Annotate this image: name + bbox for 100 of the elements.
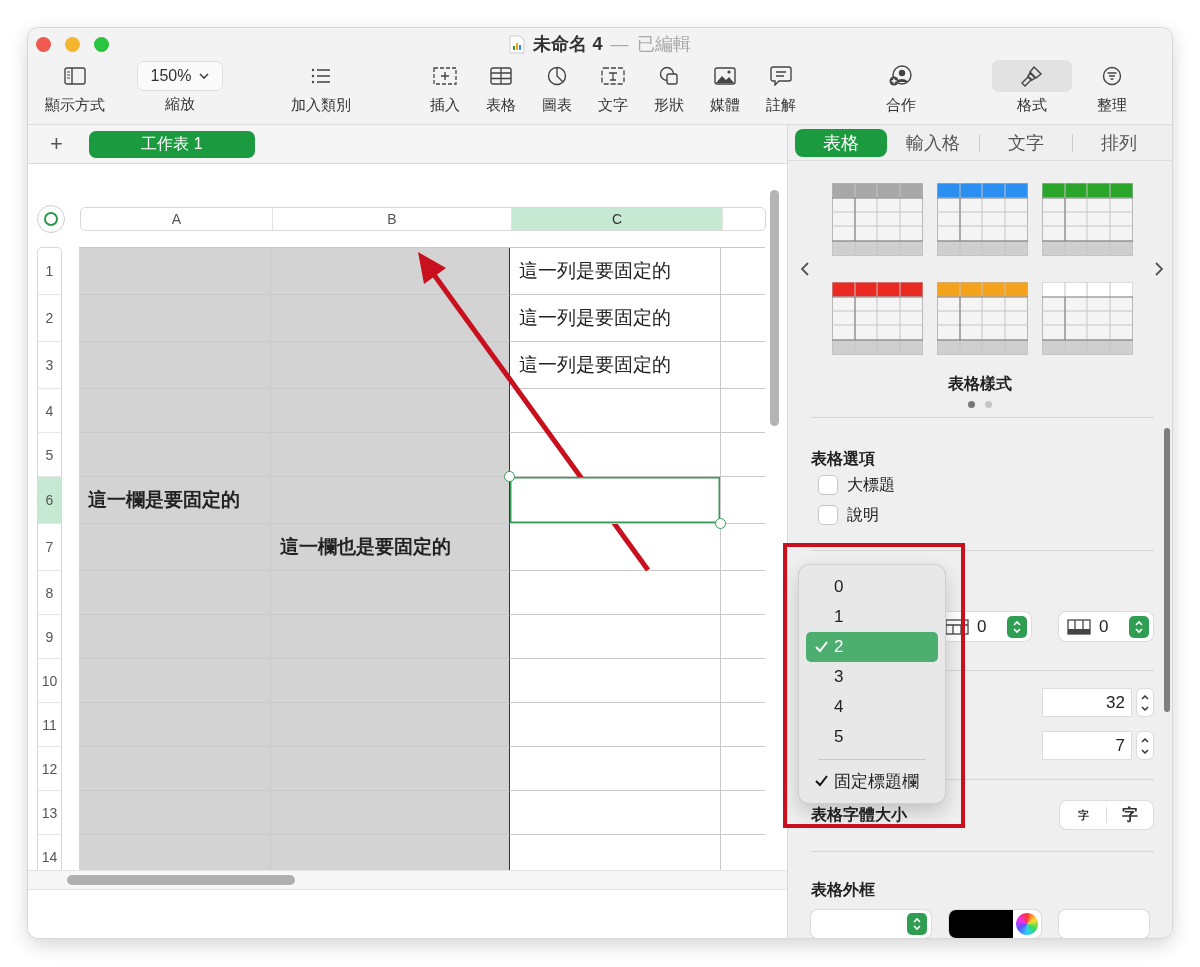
page-dot[interactable] bbox=[985, 401, 992, 408]
table-cell: 這一列是要固定的 bbox=[510, 295, 721, 342]
toolbar-button[interactable]: 圖表 bbox=[529, 60, 585, 115]
toolbar-button[interactable]: 媒體 bbox=[697, 60, 753, 115]
table-cell: 這一列是要固定的 bbox=[510, 248, 721, 295]
menu-item[interactable]: 3 bbox=[806, 662, 938, 692]
menu-item[interactable]: 固定標題欄 bbox=[806, 766, 938, 796]
table-icon bbox=[490, 67, 512, 85]
chevron-left-icon[interactable] bbox=[800, 261, 810, 277]
close-button[interactable] bbox=[36, 36, 51, 52]
menu-item[interactable]: 0 bbox=[806, 572, 938, 602]
column-header[interactable]: C bbox=[512, 208, 723, 230]
up-down-arrows-icon bbox=[1012, 618, 1022, 635]
inspector-tab[interactable]: 輸入格 bbox=[887, 128, 979, 157]
menu-item[interactable]: 1 bbox=[806, 602, 938, 632]
row-header[interactable]: 8 bbox=[38, 571, 61, 615]
count-stepper[interactable]: 0 bbox=[1059, 612, 1153, 641]
zoom-dropdown[interactable]: 150% bbox=[137, 61, 223, 91]
row-header[interactable]: 10 bbox=[38, 659, 61, 703]
row-header[interactable]: 4 bbox=[38, 389, 61, 433]
shapes-icon bbox=[659, 66, 679, 86]
table-style-thumbnail[interactable] bbox=[831, 183, 923, 256]
text-box-icon bbox=[601, 67, 625, 85]
row-header[interactable]: 3 bbox=[38, 342, 61, 389]
table-columns-icon bbox=[945, 618, 969, 635]
increase-font-button[interactable]: 字 bbox=[1107, 803, 1153, 827]
inspector-tab[interactable]: 排列 bbox=[1073, 128, 1165, 157]
selection-handle[interactable] bbox=[504, 471, 515, 482]
checkbox[interactable] bbox=[818, 505, 838, 525]
section-heading: 表格字體大小 bbox=[811, 804, 907, 825]
toolbar-button[interactable]: 整理 bbox=[1072, 60, 1152, 115]
add-person-icon bbox=[888, 65, 913, 87]
menu-item[interactable]: 5 bbox=[806, 722, 938, 752]
column-header[interactable]: A bbox=[81, 208, 273, 230]
up-down-arrows-icon bbox=[912, 916, 922, 932]
scrollbar-thumb[interactable] bbox=[770, 190, 779, 426]
table-cell: 這一欄也是要固定的 bbox=[271, 524, 510, 571]
toolbar-button[interactable]: 插入 bbox=[417, 60, 473, 115]
chevron-down-icon bbox=[199, 72, 210, 80]
inspector-tab[interactable]: 表格 bbox=[795, 128, 887, 157]
toolbar-button[interactable]: 形狀 bbox=[641, 60, 697, 115]
table-select-button[interactable] bbox=[37, 205, 65, 233]
insert-icon bbox=[433, 66, 457, 86]
table-style-thumbnail[interactable] bbox=[1041, 183, 1133, 256]
page-dot[interactable] bbox=[968, 401, 975, 408]
table-cell: 這一欄是要固定的 bbox=[79, 477, 271, 524]
toolbar-button[interactable]: 顯示方式 bbox=[40, 60, 110, 115]
toolbar-button[interactable]: 加入類別 bbox=[285, 60, 356, 115]
add-sheet-button[interactable]: + bbox=[46, 131, 67, 157]
row-header[interactable]: 12 bbox=[38, 747, 61, 791]
table-footer-icon bbox=[1067, 618, 1091, 635]
toolbar-button[interactable]: 註解 bbox=[753, 60, 809, 115]
table-style-thumbnail[interactable] bbox=[936, 282, 1028, 355]
paintbrush-icon bbox=[1021, 65, 1043, 87]
table-style-thumbnail[interactable] bbox=[1041, 282, 1133, 355]
sidebar-icon bbox=[64, 67, 86, 85]
row-header[interactable]: 13 bbox=[38, 791, 61, 835]
up-down-arrows-icon bbox=[1134, 618, 1144, 635]
zoom-button[interactable] bbox=[94, 36, 109, 52]
checkbox-label: 大標題 bbox=[847, 474, 895, 495]
table-style-thumbnail[interactable] bbox=[936, 183, 1028, 256]
row-header[interactable]: 2 bbox=[38, 295, 61, 342]
section-heading: 表格選項 bbox=[811, 449, 876, 469]
toolbar-label: 縮放 bbox=[165, 95, 195, 114]
toolbar-button[interactable]: 合作 bbox=[870, 60, 931, 115]
stepper-button[interactable] bbox=[1137, 689, 1153, 716]
scrollbar-thumb[interactable] bbox=[1164, 428, 1170, 712]
list-icon bbox=[309, 68, 332, 84]
row-header[interactable]: 11 bbox=[38, 703, 61, 747]
section-title: 表格樣式 bbox=[947, 374, 1013, 394]
row-header[interactable]: 6 bbox=[38, 477, 61, 524]
image-icon bbox=[714, 67, 736, 85]
color-well[interactable] bbox=[949, 910, 1041, 938]
table-style-thumbnail[interactable] bbox=[831, 282, 923, 355]
row-header[interactable]: 7 bbox=[38, 524, 61, 571]
scrollbar-thumb[interactable] bbox=[67, 875, 295, 885]
toolbar-button[interactable]: 表格 bbox=[473, 60, 529, 115]
title-separator: — bbox=[610, 33, 629, 55]
checkmark-icon bbox=[815, 641, 828, 653]
checkbox[interactable] bbox=[818, 475, 838, 495]
row-header[interactable]: 1 bbox=[38, 248, 61, 295]
toolbar-button[interactable]: 文字 bbox=[585, 60, 641, 115]
document-icon bbox=[509, 34, 526, 54]
document-status: 已編輯 bbox=[636, 33, 691, 56]
number-field[interactable]: 7 bbox=[1043, 732, 1131, 759]
sheet-tab[interactable]: 工作表 1 bbox=[88, 130, 255, 158]
decrease-font-button[interactable]: 字 bbox=[1060, 806, 1106, 824]
row-header[interactable]: 9 bbox=[38, 615, 61, 659]
menu-item[interactable]: 4 bbox=[806, 692, 938, 722]
checkbox-label: 說明 bbox=[847, 504, 879, 525]
border-width-field[interactable] bbox=[1059, 910, 1149, 938]
stepper-button[interactable] bbox=[1137, 732, 1153, 759]
border-style-dropdown[interactable] bbox=[811, 910, 931, 938]
chevron-right-icon[interactable] bbox=[1154, 261, 1164, 277]
filter-icon bbox=[1102, 66, 1122, 86]
number-field[interactable]: 32 bbox=[1043, 689, 1131, 716]
section-heading: 表格外框 bbox=[810, 880, 876, 900]
window-title: 未命名 4 bbox=[533, 33, 603, 56]
inspector-tab[interactable]: 文字 bbox=[980, 128, 1072, 157]
minimize-button[interactable] bbox=[65, 36, 80, 52]
